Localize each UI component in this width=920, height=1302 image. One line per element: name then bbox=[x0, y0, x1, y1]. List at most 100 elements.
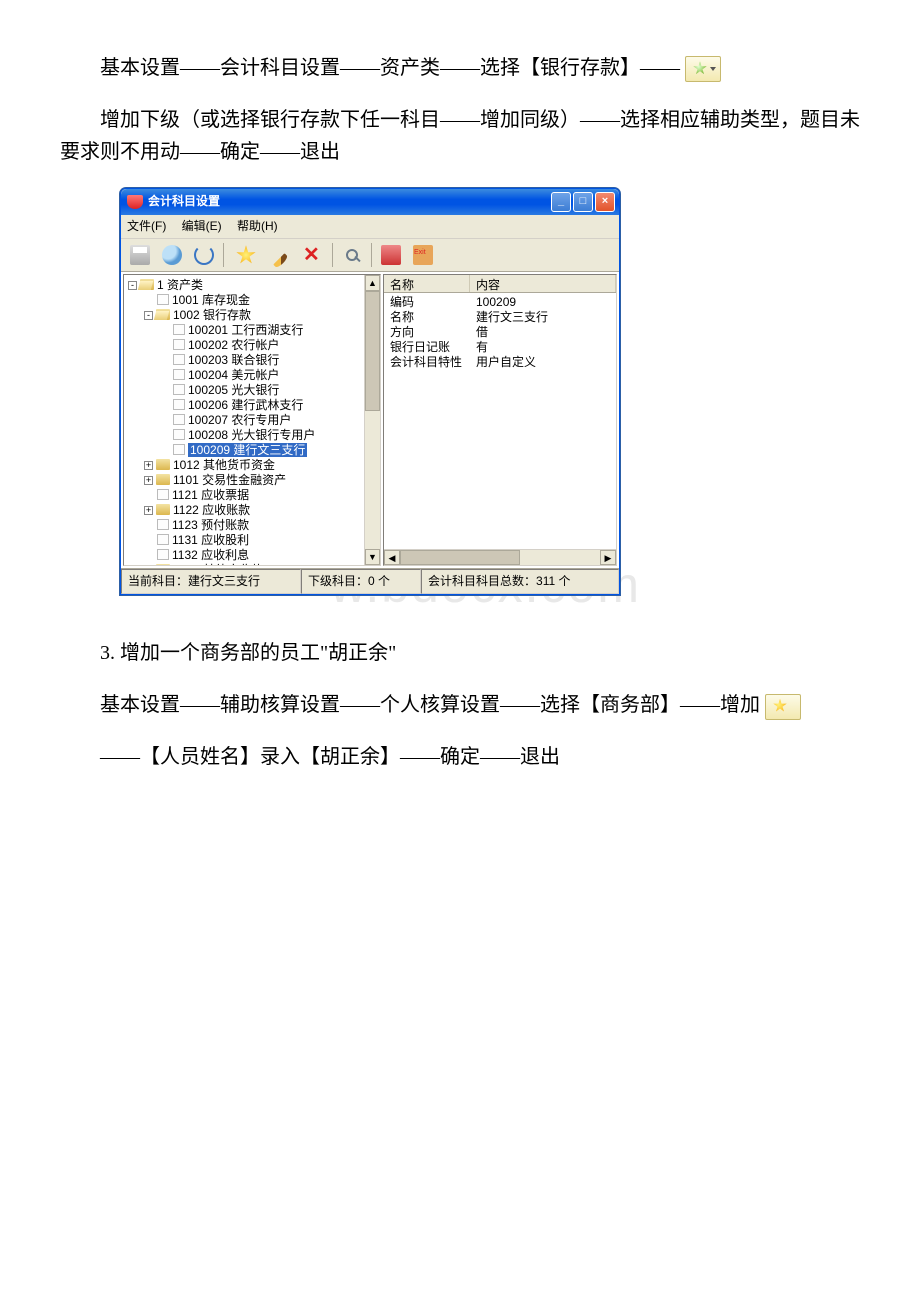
status-label: 会计科目科目总数： bbox=[428, 574, 536, 588]
tree-node[interactable]: 100206 建行武林支行 bbox=[160, 398, 380, 413]
scroll-thumb[interactable] bbox=[400, 550, 520, 565]
search-button[interactable] bbox=[337, 241, 367, 269]
preview-button[interactable] bbox=[157, 241, 187, 269]
tree-node[interactable]: 100207 农行专用户 bbox=[160, 413, 380, 428]
edit-button[interactable] bbox=[266, 241, 296, 269]
expand-icon[interactable]: + bbox=[144, 506, 153, 515]
add-star-icon bbox=[685, 56, 721, 82]
tree-node[interactable]: - 1 资产类 1001 库存现金 -1002 银行存款 100201 工行西湖支… bbox=[128, 278, 380, 566]
tree-node[interactable]: 1123 预付账款 bbox=[144, 518, 380, 533]
detail-col-name: 名称 bbox=[384, 275, 470, 292]
file-icon bbox=[157, 489, 169, 500]
titlebar[interactable]: 会计科目设置 _ □ × bbox=[121, 189, 619, 215]
add-button[interactable] bbox=[228, 241, 264, 269]
refresh-button[interactable] bbox=[189, 241, 219, 269]
status-label: 当前科目： bbox=[128, 574, 188, 588]
collapse-icon[interactable]: - bbox=[144, 311, 153, 320]
scroll-thumb[interactable] bbox=[365, 291, 380, 411]
tree-node[interactable]: 1121 应收票据 bbox=[144, 488, 380, 503]
status-current-account: 当前科目：建行文三支行 bbox=[121, 569, 301, 594]
menu-help[interactable]: 帮助(H) bbox=[237, 219, 278, 233]
doc-paragraph: ——【人员姓名】录入【胡正余】——确定——退出 bbox=[60, 741, 860, 773]
maximize-button[interactable]: □ bbox=[573, 192, 593, 212]
logout-button[interactable] bbox=[376, 241, 406, 269]
scroll-right-button[interactable]: ▶ bbox=[600, 550, 616, 565]
tree-label: 100202 农行帐户 bbox=[188, 338, 279, 352]
file-icon bbox=[173, 429, 185, 440]
expand-icon[interactable]: + bbox=[144, 461, 153, 470]
exit-icon bbox=[413, 245, 433, 265]
tree-node[interactable]: -1002 银行存款 100201 工行西湖支行 100202 农行帐户 100… bbox=[144, 308, 380, 458]
scroll-down-button[interactable]: ▼ bbox=[365, 549, 380, 565]
menu-file[interactable]: 文件(F) bbox=[127, 219, 166, 233]
tree-label: 100205 光大银行 bbox=[188, 383, 279, 397]
close-button[interactable]: × bbox=[595, 192, 615, 212]
file-icon bbox=[173, 354, 185, 365]
file-icon bbox=[173, 384, 185, 395]
doc-paragraph: 基本设置——会计科目设置——资产类——选择【银行存款】—— bbox=[60, 52, 860, 84]
tree-label: 1132 应收利息 bbox=[172, 548, 249, 562]
window-body: - 1 资产类 1001 库存现金 -1002 银行存款 100201 工行西湖支… bbox=[121, 272, 619, 568]
tree-node[interactable]: 100204 美元帐户 bbox=[160, 368, 380, 383]
window-title: 会计科目设置 bbox=[148, 192, 551, 211]
pencil-icon bbox=[273, 253, 289, 269]
text: 3. 增加一个商务部的员工"胡正余" bbox=[100, 642, 396, 664]
detail-key: 编码 bbox=[384, 293, 470, 308]
menubar: 文件(F) 编辑(E) 帮助(H) bbox=[121, 215, 619, 239]
tree-node[interactable]: 1131 应收股利 bbox=[144, 533, 380, 548]
expand-icon[interactable]: + bbox=[144, 476, 153, 485]
print-button[interactable] bbox=[125, 241, 155, 269]
file-icon bbox=[173, 324, 185, 335]
tree-node[interactable]: 100201 工行西湖支行 bbox=[160, 323, 380, 338]
tree-node[interactable]: 1132 应收利息 bbox=[144, 548, 380, 563]
text: ——【人员姓名】录入【胡正余】——确定——退出 bbox=[100, 746, 560, 768]
vertical-scrollbar[interactable]: ▲ ▼ bbox=[364, 275, 380, 565]
text: 增加下级（或选择银行存款下任一科目——增加同级）——选择相应辅助类型，题目未要求… bbox=[60, 109, 860, 163]
add-star-icon bbox=[765, 694, 801, 720]
tree-node[interactable]: +1012 其他货币资金 bbox=[144, 458, 380, 473]
exit-button[interactable] bbox=[408, 241, 438, 269]
scroll-track[interactable] bbox=[400, 550, 600, 565]
tree-pane: - 1 资产类 1001 库存现金 -1002 银行存款 100201 工行西湖支… bbox=[123, 274, 381, 566]
separator bbox=[371, 243, 372, 267]
tree-node[interactable]: 1001 库存现金 bbox=[144, 293, 380, 308]
scroll-up-button[interactable]: ▲ bbox=[365, 275, 380, 291]
detail-key: 方向 bbox=[384, 323, 470, 338]
file-icon bbox=[173, 369, 185, 380]
doc-paragraph: 基本设置——辅助核算设置——个人核算设置——选择【商务部】——增加 bbox=[60, 689, 860, 721]
tree-label: 100204 美元帐户 bbox=[188, 368, 279, 382]
detail-header: 名称 内容 bbox=[384, 275, 616, 293]
tree-label: 1 资产类 bbox=[157, 278, 203, 292]
delete-button[interactable]: ✕ bbox=[298, 241, 328, 269]
tree-node[interactable]: +1101 交易性金融资产 bbox=[144, 473, 380, 488]
status-value: 311 个 bbox=[536, 574, 570, 588]
detail-row: 银行日记账 有 bbox=[384, 338, 616, 353]
account-tree[interactable]: - 1 资产类 1001 库存现金 -1002 银行存款 100201 工行西湖支… bbox=[128, 278, 380, 566]
detail-value: 有 bbox=[470, 338, 616, 353]
status-child-count: 下级科目：0 个 bbox=[301, 569, 421, 594]
minimize-button[interactable]: _ bbox=[551, 192, 571, 212]
status-total-count: 会计科目科目总数：311 个 bbox=[421, 569, 619, 594]
refresh-icon bbox=[194, 245, 214, 265]
tree-node[interactable]: 100205 光大银行 bbox=[160, 383, 380, 398]
scroll-left-button[interactable]: ◀ bbox=[384, 550, 400, 565]
tree-node[interactable]: 100202 农行帐户 bbox=[160, 338, 380, 353]
menu-edit[interactable]: 编辑(E) bbox=[182, 219, 222, 233]
tree-label: 100207 农行专用户 bbox=[188, 413, 291, 427]
file-icon bbox=[173, 414, 185, 425]
tree-node[interactable]: +1221 其他应收款 bbox=[144, 563, 380, 566]
tree-label: 100206 建行武林支行 bbox=[188, 398, 303, 412]
tree-node[interactable]: 100203 联合银行 bbox=[160, 353, 380, 368]
file-icon bbox=[157, 534, 169, 545]
tree-node[interactable]: +1122 应收账款 bbox=[144, 503, 380, 518]
statusbar: 当前科目：建行文三支行 下级科目：0 个 会计科目科目总数：311 个 bbox=[121, 568, 619, 594]
detail-row: 名称 建行文三支行 bbox=[384, 308, 616, 323]
doc-paragraph: 3. 增加一个商务部的员工"胡正余" bbox=[60, 637, 860, 669]
detail-value: 用户自定义 bbox=[470, 353, 616, 368]
star-icon bbox=[236, 245, 256, 265]
horizontal-scrollbar[interactable]: ◀ ▶ bbox=[384, 549, 616, 565]
collapse-icon[interactable]: - bbox=[128, 281, 137, 290]
tree-node-selected[interactable]: 100209 建行文三支行 bbox=[160, 443, 380, 458]
file-icon bbox=[173, 399, 185, 410]
tree-node[interactable]: 100208 光大银行专用户 bbox=[160, 428, 380, 443]
